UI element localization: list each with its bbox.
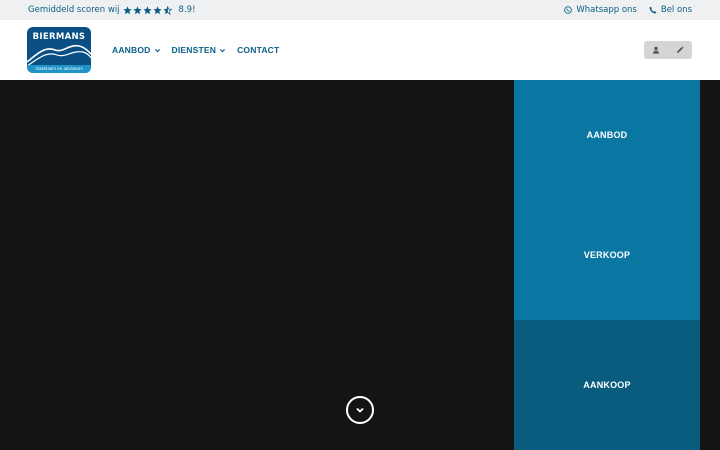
chevron-down-icon <box>220 48 226 52</box>
service-panels: AANBOD VERKOOP AANKOOP <box>514 80 700 450</box>
call-label: Bel ons <box>660 5 692 15</box>
biermans-logo[interactable]: BIERMANS makelaars en adviseurs <box>27 27 91 73</box>
nav-item-label: CONTACT <box>237 45 280 55</box>
rating-score: 8.9! <box>178 5 196 15</box>
star-icon <box>132 5 142 14</box>
rating-text: Gemiddeld scoren wij <box>28 5 120 15</box>
chevron-down-icon <box>154 48 160 52</box>
main-nav: AANBOD DIENSTEN CONTACT <box>112 20 290 80</box>
rating-stars <box>122 5 173 15</box>
phone-icon <box>649 6 657 14</box>
whatsapp-label: Whatsapp ons <box>576 5 637 15</box>
star-icon <box>152 5 162 14</box>
login-button[interactable] <box>647 41 665 59</box>
nav-item-label: DIENSTEN <box>171 45 217 55</box>
whatsapp-icon <box>564 6 573 14</box>
right-edge-strip <box>700 80 720 450</box>
site-header: BIERMANS makelaars en adviseurs AANBOD D… <box>0 20 720 80</box>
whatsapp-link[interactable]: Whatsapp ons <box>564 5 637 15</box>
panel-label: VERKOOP <box>583 250 631 260</box>
panel-aankoop[interactable]: AANKOOP <box>514 320 700 450</box>
nav-item-contact[interactable]: CONTACT <box>237 45 279 55</box>
logo-waves-icon <box>27 44 91 66</box>
rating: Gemiddeld scoren wij 8.9! <box>28 0 195 20</box>
account-buttons <box>644 41 692 59</box>
top-bar: Gemiddeld scoren wij 8.9! Whatsapp ons B… <box>0 0 720 20</box>
star-icon <box>142 5 152 14</box>
pencil-icon <box>676 46 684 54</box>
user-icon <box>652 46 660 54</box>
chevron-down-icon <box>356 407 364 413</box>
nav-item-label: AANBOD <box>112 45 151 55</box>
panel-label: AANKOOP <box>583 380 631 390</box>
star-half-icon <box>162 5 172 15</box>
star-icon <box>122 5 132 14</box>
panel-label: AANBOD <box>586 130 628 140</box>
logo-tagline: makelaars en adviseurs <box>27 65 91 73</box>
nav-item-diensten[interactable]: DIENSTEN <box>172 45 227 55</box>
nav-item-aanbod[interactable]: AANBOD <box>112 45 161 55</box>
call-link[interactable]: Bel ons <box>649 5 692 15</box>
register-button[interactable] <box>671 41 689 59</box>
panel-aanbod[interactable]: AANBOD <box>514 80 700 190</box>
contact-links: Whatsapp ons Bel ons <box>564 0 692 20</box>
scroll-down-button[interactable] <box>346 396 374 424</box>
panel-verkoop[interactable]: VERKOOP <box>514 190 700 320</box>
